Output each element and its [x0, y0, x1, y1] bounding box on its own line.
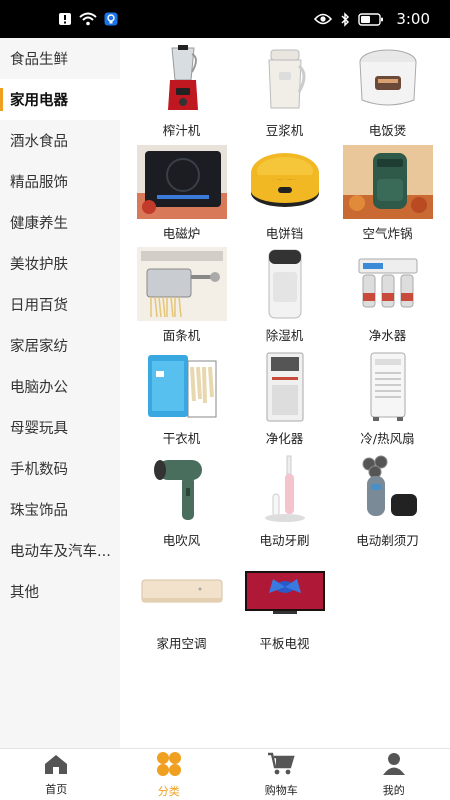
water-purifier-image: [343, 247, 433, 321]
product-label: 空气炸锅: [362, 225, 413, 241]
flat-tv-image: [240, 555, 330, 629]
sidebar-item-digital[interactable]: 手机数码: [0, 448, 120, 489]
battery-icon: [358, 12, 384, 26]
sidebar-item-daily-goods[interactable]: 日用百货: [0, 284, 120, 325]
notification-icon: [58, 12, 72, 26]
sidebar-item-apparel[interactable]: 精品服饰: [0, 161, 120, 202]
product-dehumidifier[interactable]: 除湿机: [233, 243, 336, 346]
rice-cooker-image: [343, 42, 433, 116]
dehumidifier-image: [240, 247, 330, 321]
air-conditioner-image: [137, 555, 227, 629]
sidebar-item-jewelry[interactable]: 珠宝饰品: [0, 489, 120, 530]
product-label: 冷/热风扇: [360, 430, 415, 446]
bluetooth-icon: [340, 11, 350, 27]
sidebar-item-other[interactable]: 其他: [0, 571, 120, 612]
sidebar-item-office[interactable]: 电脑办公: [0, 366, 120, 407]
juicer-image: [137, 42, 227, 116]
eye-icon: [314, 13, 333, 25]
app-badge-icon: [104, 12, 118, 26]
status-left: [58, 12, 118, 26]
product-label: 面条机: [162, 328, 201, 343]
soymilk-maker-image: [240, 42, 330, 116]
electric-toothbrush-image: [240, 452, 330, 526]
product-electric-shaver[interactable]: 电动剃须刀: [336, 448, 439, 551]
status-time: 3:00: [396, 10, 430, 28]
cart-icon: [267, 752, 295, 780]
electric-shaver-image: [343, 452, 433, 526]
nav-home[interactable]: 首页: [0, 749, 113, 800]
category-sidebar: 食品生鲜 家用电器 酒水食品 精品服饰 健康养生 美妆护肤 日用百货 家居家纺 …: [0, 38, 120, 748]
product-label: 除湿机: [265, 328, 304, 343]
sidebar-item-home-appliances[interactable]: 家用电器: [0, 79, 120, 120]
product-label: 电饭煲: [368, 123, 407, 138]
air-purifier-image: [240, 350, 330, 424]
product-noodle-machine[interactable]: 面条机: [130, 243, 233, 346]
category-icon: [154, 751, 184, 781]
noodle-machine-image: [136, 247, 227, 321]
product-fan-heater[interactable]: 冷/热风扇: [336, 346, 439, 449]
product-air-fryer[interactable]: 空气炸锅: [336, 141, 439, 244]
profile-icon: [381, 752, 407, 780]
product-label: 净水器: [368, 328, 407, 343]
nav-profile[interactable]: 我的: [338, 749, 450, 800]
product-label: 榨汁机: [162, 123, 201, 138]
product-clothes-dryer[interactable]: 干衣机: [130, 346, 233, 449]
sidebar-item-drinks[interactable]: 酒水食品: [0, 120, 120, 161]
product-label: 豆浆机: [265, 123, 304, 138]
sidebar-item-baby-toys[interactable]: 母婴玩具: [0, 407, 120, 448]
product-label: 干衣机: [162, 430, 201, 446]
product-juicer[interactable]: 榨汁机: [130, 38, 233, 141]
sidebar-item-fresh-food[interactable]: 食品生鲜: [0, 38, 120, 79]
product-air-purifier[interactable]: 净化器: [233, 346, 336, 449]
nav-profile-label: 我的: [382, 783, 405, 797]
air-fryer-image: [342, 144, 433, 219]
nav-cart[interactable]: 购物车: [225, 749, 338, 800]
induction-cooker-image: [136, 144, 227, 219]
product-label: 电动牙刷: [259, 533, 310, 548]
product-label: 电动剃须刀: [356, 533, 419, 548]
sidebar-item-home-textiles[interactable]: 家居家纺: [0, 325, 120, 366]
product-label: 电磁炉: [162, 225, 201, 241]
status-bar: 3:00: [0, 0, 450, 38]
status-right: 3:00: [314, 10, 430, 28]
product-electric-toothbrush[interactable]: 电动牙刷: [233, 448, 336, 551]
fan-heater-image: [343, 350, 433, 424]
nav-cart-label: 购物车: [264, 783, 298, 797]
product-electric-griddle[interactable]: 电饼铛: [233, 141, 336, 244]
product-label: 家用空调: [156, 635, 207, 651]
product-rice-cooker[interactable]: 电饭煲: [336, 38, 439, 141]
product-hair-dryer[interactable]: 电吹风: [130, 448, 233, 551]
home-icon: [43, 753, 69, 779]
product-soymilk-maker[interactable]: 豆浆机: [233, 38, 336, 141]
product-grid: 榨汁机 豆浆机 电饭煲 电磁炉 电饼铛 空气炸锅 面条机 除湿机 净水器 干衣机…: [130, 38, 440, 653]
nav-category[interactable]: 分类: [113, 749, 226, 800]
sidebar-item-health[interactable]: 健康养生: [0, 202, 120, 243]
electric-griddle-image: [240, 145, 330, 219]
product-induction-cooker[interactable]: 电磁炉: [130, 141, 233, 244]
product-flat-tv[interactable]: 平板电视: [233, 551, 336, 654]
bottom-nav: 首页 分类 购物车 我的: [0, 748, 450, 800]
sidebar-item-vehicles[interactable]: 电动车及汽车...: [0, 530, 120, 571]
product-label: 电饼铛: [265, 225, 304, 241]
product-air-conditioner[interactable]: 家用空调: [130, 551, 233, 654]
sidebar-item-beauty[interactable]: 美妆护肤: [0, 243, 120, 284]
nav-home-label: 首页: [45, 782, 68, 796]
hair-dryer-image: [137, 452, 227, 526]
wifi-icon: [79, 12, 97, 26]
product-label: 平板电视: [259, 635, 310, 651]
clothes-dryer-image: [137, 350, 227, 424]
product-label: 净化器: [265, 430, 304, 446]
product-label: 电吹风: [162, 533, 201, 548]
product-water-purifier[interactable]: 净水器: [336, 243, 439, 346]
nav-category-label: 分类: [157, 784, 180, 798]
